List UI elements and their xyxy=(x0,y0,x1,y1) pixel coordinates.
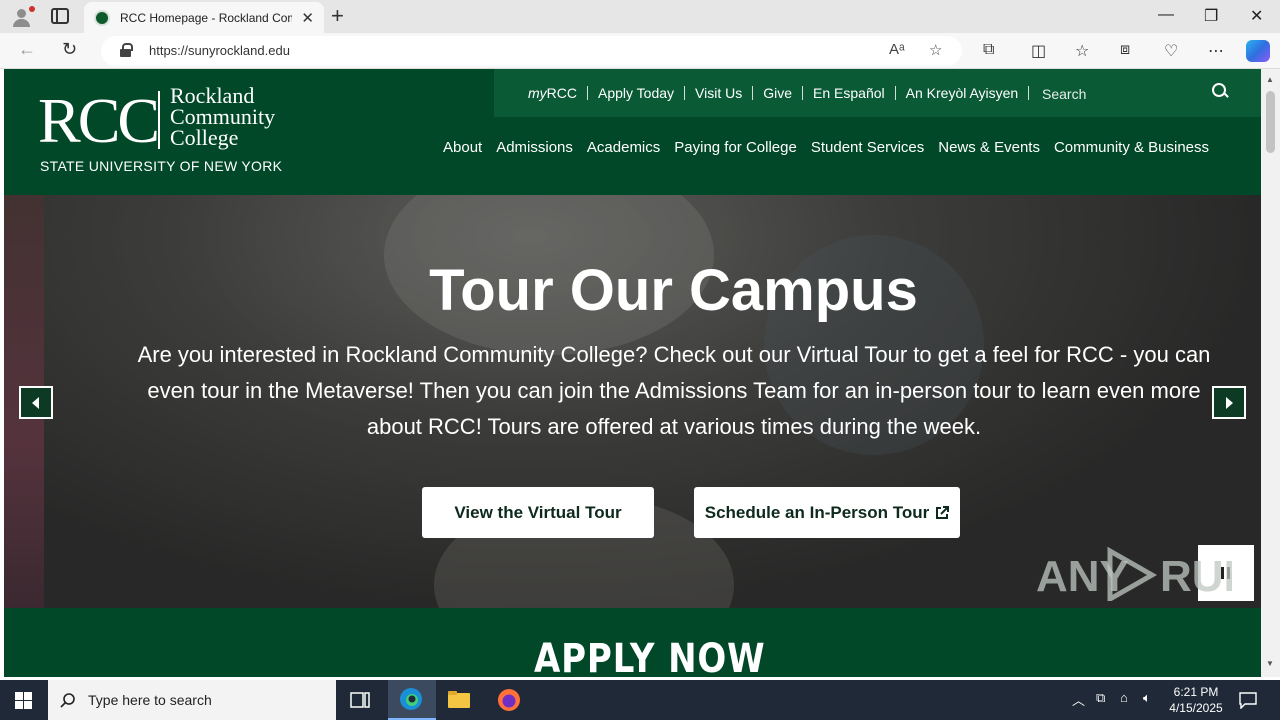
notifications-icon[interactable] xyxy=(1239,691,1257,709)
schedule-tour-label: Schedule an In-Person Tour xyxy=(704,502,930,522)
hero-title: Tour Our Campus xyxy=(429,258,918,323)
clock-time: 6:21 PM xyxy=(1173,685,1219,699)
carousel-next-button[interactable] xyxy=(1212,386,1246,419)
clock-date: 4/15/2025 xyxy=(1169,701,1223,715)
restore-icon[interactable]: ❐ xyxy=(1204,6,1218,26)
site-search xyxy=(1042,81,1222,107)
windows-start-icon[interactable] xyxy=(15,692,32,709)
favorites-icon[interactable]: ☆ xyxy=(1075,41,1089,61)
windows-taskbar: Type here to search ︿ ⧉ ⌂ 🔈︎ 6:21 PM 4/1… xyxy=(0,680,1280,720)
caret-left-icon xyxy=(32,396,39,409)
utility-link-give[interactable]: Give xyxy=(753,85,802,101)
address-bar[interactable]: https://sunyrockland.edu Aᵃ ☆ xyxy=(101,36,962,66)
apply-now-text: APPLY NOW xyxy=(534,636,766,677)
main-nav: About Admissions Academics Paying for Co… xyxy=(436,139,1216,156)
edge-icon xyxy=(400,688,422,710)
more-menu-icon[interactable]: ⋯ xyxy=(1208,41,1224,61)
watermark-run: RUN xyxy=(1160,552,1232,601)
url-text[interactable]: https://sunyrockland.edu xyxy=(149,43,290,58)
external-link-icon xyxy=(936,505,950,519)
volume-icon[interactable]: 🔈︎ xyxy=(1143,690,1151,706)
search-icon xyxy=(60,693,75,708)
anyrun-watermark: ANY RUN xyxy=(1036,546,1232,601)
logo-name-line: Rockland xyxy=(170,83,255,108)
utility-link-espanol[interactable]: En Español xyxy=(803,85,895,101)
logo-name-line: College xyxy=(170,125,239,150)
utility-link-apply[interactable]: Apply Today xyxy=(588,85,684,101)
utility-link-visit[interactable]: Visit Us xyxy=(685,85,752,101)
browser-tab-bar: RCC Homepage - Rockland Comm ✕ + — ❐ ✕ xyxy=(0,0,1280,33)
utility-divider xyxy=(1028,86,1030,100)
utility-nav: myRCC Apply Today Visit Us Give En Españ… xyxy=(494,69,1261,117)
new-tab-icon[interactable]: + xyxy=(331,3,344,29)
apply-now-banner[interactable]: APPLY NOW xyxy=(4,608,1261,677)
scroll-up-icon[interactable]: ▲ xyxy=(1266,75,1274,84)
search-icon[interactable] xyxy=(1212,83,1226,97)
split-screen-icon[interactable]: ◫ xyxy=(1031,41,1046,61)
caret-right-icon xyxy=(1226,396,1233,409)
read-aloud-icon[interactable]: Aᵃ xyxy=(889,41,905,58)
logo-name-line: Community xyxy=(170,104,276,129)
logo-college-name: Rockland Community College xyxy=(170,83,276,150)
logo-divider xyxy=(158,91,160,149)
logo-subtitle: STATE UNIVERSITY OF NEW YORK xyxy=(40,158,283,174)
nav-news-events[interactable]: News & Events xyxy=(931,139,1047,156)
file-explorer-icon[interactable] xyxy=(447,688,471,712)
logo-letters: RCC xyxy=(38,85,160,156)
tab-close-icon[interactable]: ✕ xyxy=(301,9,314,27)
close-window-icon[interactable]: ✕ xyxy=(1250,6,1263,26)
rcc-favicon-icon xyxy=(94,9,110,26)
nav-admissions[interactable]: Admissions xyxy=(489,139,580,156)
browser-tab-active[interactable]: RCC Homepage - Rockland Comm ✕ xyxy=(84,2,324,33)
scrollbar-thumb[interactable] xyxy=(1266,91,1275,153)
carousel-prev-button[interactable] xyxy=(19,386,53,419)
scroll-down-icon[interactable]: ▼ xyxy=(1266,659,1274,668)
taskbar-search-placeholder: Type here to search xyxy=(88,692,212,708)
minimize-icon[interactable]: — xyxy=(1158,6,1174,24)
taskbar-search[interactable]: Type here to search xyxy=(48,680,336,720)
nav-about[interactable]: About xyxy=(436,139,489,156)
extensions-icon[interactable]: ⧉ xyxy=(983,41,994,59)
utility-link-kreyol[interactable]: An Kreyòl Ayisyen xyxy=(896,85,1029,101)
tab-actions-icon[interactable] xyxy=(51,8,69,24)
nav-student-services[interactable]: Student Services xyxy=(804,139,931,156)
browser-toolbar: ← ↻ https://sunyrockland.edu Aᵃ ☆ ⧉ ◫ ☆ … xyxy=(0,33,1280,69)
back-icon[interactable]: ← xyxy=(18,39,36,60)
nav-community-business[interactable]: Community & Business xyxy=(1047,139,1216,156)
site-search-input[interactable] xyxy=(1042,81,1192,107)
myrcc-prefix: my xyxy=(528,85,547,101)
taskbar-edge-active[interactable] xyxy=(388,680,436,720)
tray-overflow-icon[interactable]: ︿ xyxy=(1072,690,1085,709)
tray-device-icon[interactable]: ⧉ xyxy=(1096,690,1105,706)
task-view-icon[interactable] xyxy=(348,688,372,712)
lock-icon[interactable] xyxy=(120,43,133,57)
favorite-star-icon[interactable]: ☆ xyxy=(929,41,942,59)
view-virtual-tour-button[interactable]: View the Virtual Tour xyxy=(422,487,654,538)
collections-icon[interactable]: ⧈ xyxy=(1120,41,1130,59)
myrcc-label: RCC xyxy=(546,85,578,101)
copilot-icon[interactable] xyxy=(1246,40,1270,62)
nav-academics[interactable]: Academics xyxy=(580,139,667,156)
schedule-tour-button[interactable]: Schedule an In-Person Tour xyxy=(694,487,960,538)
utility-link-myrcc[interactable]: myRCC xyxy=(518,85,587,101)
page-scrollbar[interactable]: ▲ ▼ xyxy=(1261,69,1280,677)
network-icon[interactable]: ⌂ xyxy=(1120,690,1128,705)
taskbar-clock[interactable]: 6:21 PM 4/15/2025 xyxy=(1166,684,1226,716)
refresh-icon[interactable]: ↻ xyxy=(62,39,77,60)
browser-essentials-icon[interactable]: ♡ xyxy=(1164,41,1178,61)
site-header: RCC Rockland Community College STATE UNI… xyxy=(4,69,1261,195)
hero-description: Are you interested in Rockland Community… xyxy=(137,342,1211,439)
firefox-icon[interactable] xyxy=(497,688,521,712)
profile-icon[interactable] xyxy=(10,6,35,28)
nav-paying-for-college[interactable]: Paying for College xyxy=(667,139,804,156)
tab-title: RCC Homepage - Rockland Comm xyxy=(120,10,292,25)
